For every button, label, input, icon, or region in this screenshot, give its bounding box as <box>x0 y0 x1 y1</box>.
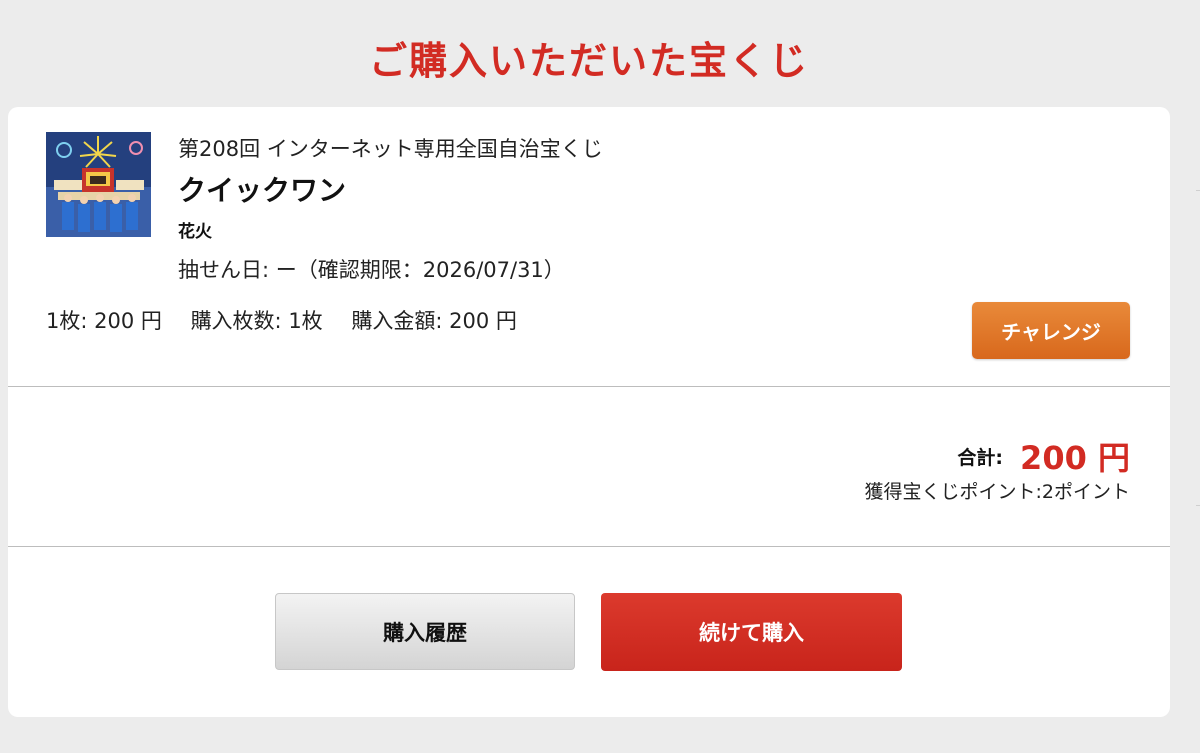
purchase-card: 第208回 インターネット専用全国自治宝くじ クイックワン 花火 抽せん日: ー… <box>8 107 1170 717</box>
divider <box>8 386 1170 387</box>
fireworks-image-icon <box>46 132 151 237</box>
page-title: ご購入いただいた宝くじ <box>368 39 809 83</box>
product-name: クイックワン <box>178 174 347 207</box>
price-details: 1枚: 200 円 購入枚数: 1枚 購入金額: 200 円 <box>46 305 539 335</box>
divider <box>8 546 1170 547</box>
total-value: 200 円 <box>1020 439 1130 477</box>
unit-price: 1枚: 200 円 <box>46 309 162 333</box>
draw-date: 抽せん日: ー（確認期限：2026/07/31） <box>178 258 565 282</box>
total-row: 合計: 200 円 <box>957 433 1130 479</box>
scroll-edge-mark <box>1196 190 1200 191</box>
lottery-series: 第208回 インターネット専用全国自治宝くじ <box>178 137 603 161</box>
purchase-quantity: 購入枚数: 1枚 <box>190 309 323 333</box>
total-label: 合計: <box>957 446 1003 469</box>
purchase-history-button[interactable]: 購入履歴 <box>275 593 575 670</box>
product-variant: 花火 <box>178 222 212 242</box>
scroll-edge-mark <box>1196 505 1200 506</box>
continue-purchase-button[interactable]: 続けて購入 <box>601 593 902 671</box>
challenge-button[interactable]: チャレンジ <box>972 302 1130 359</box>
ticket-thumbnail <box>46 132 151 237</box>
earned-points: 獲得宝くじポイント:2ポイント <box>864 481 1131 503</box>
purchase-amount: 購入金額: 200 円 <box>351 309 517 333</box>
